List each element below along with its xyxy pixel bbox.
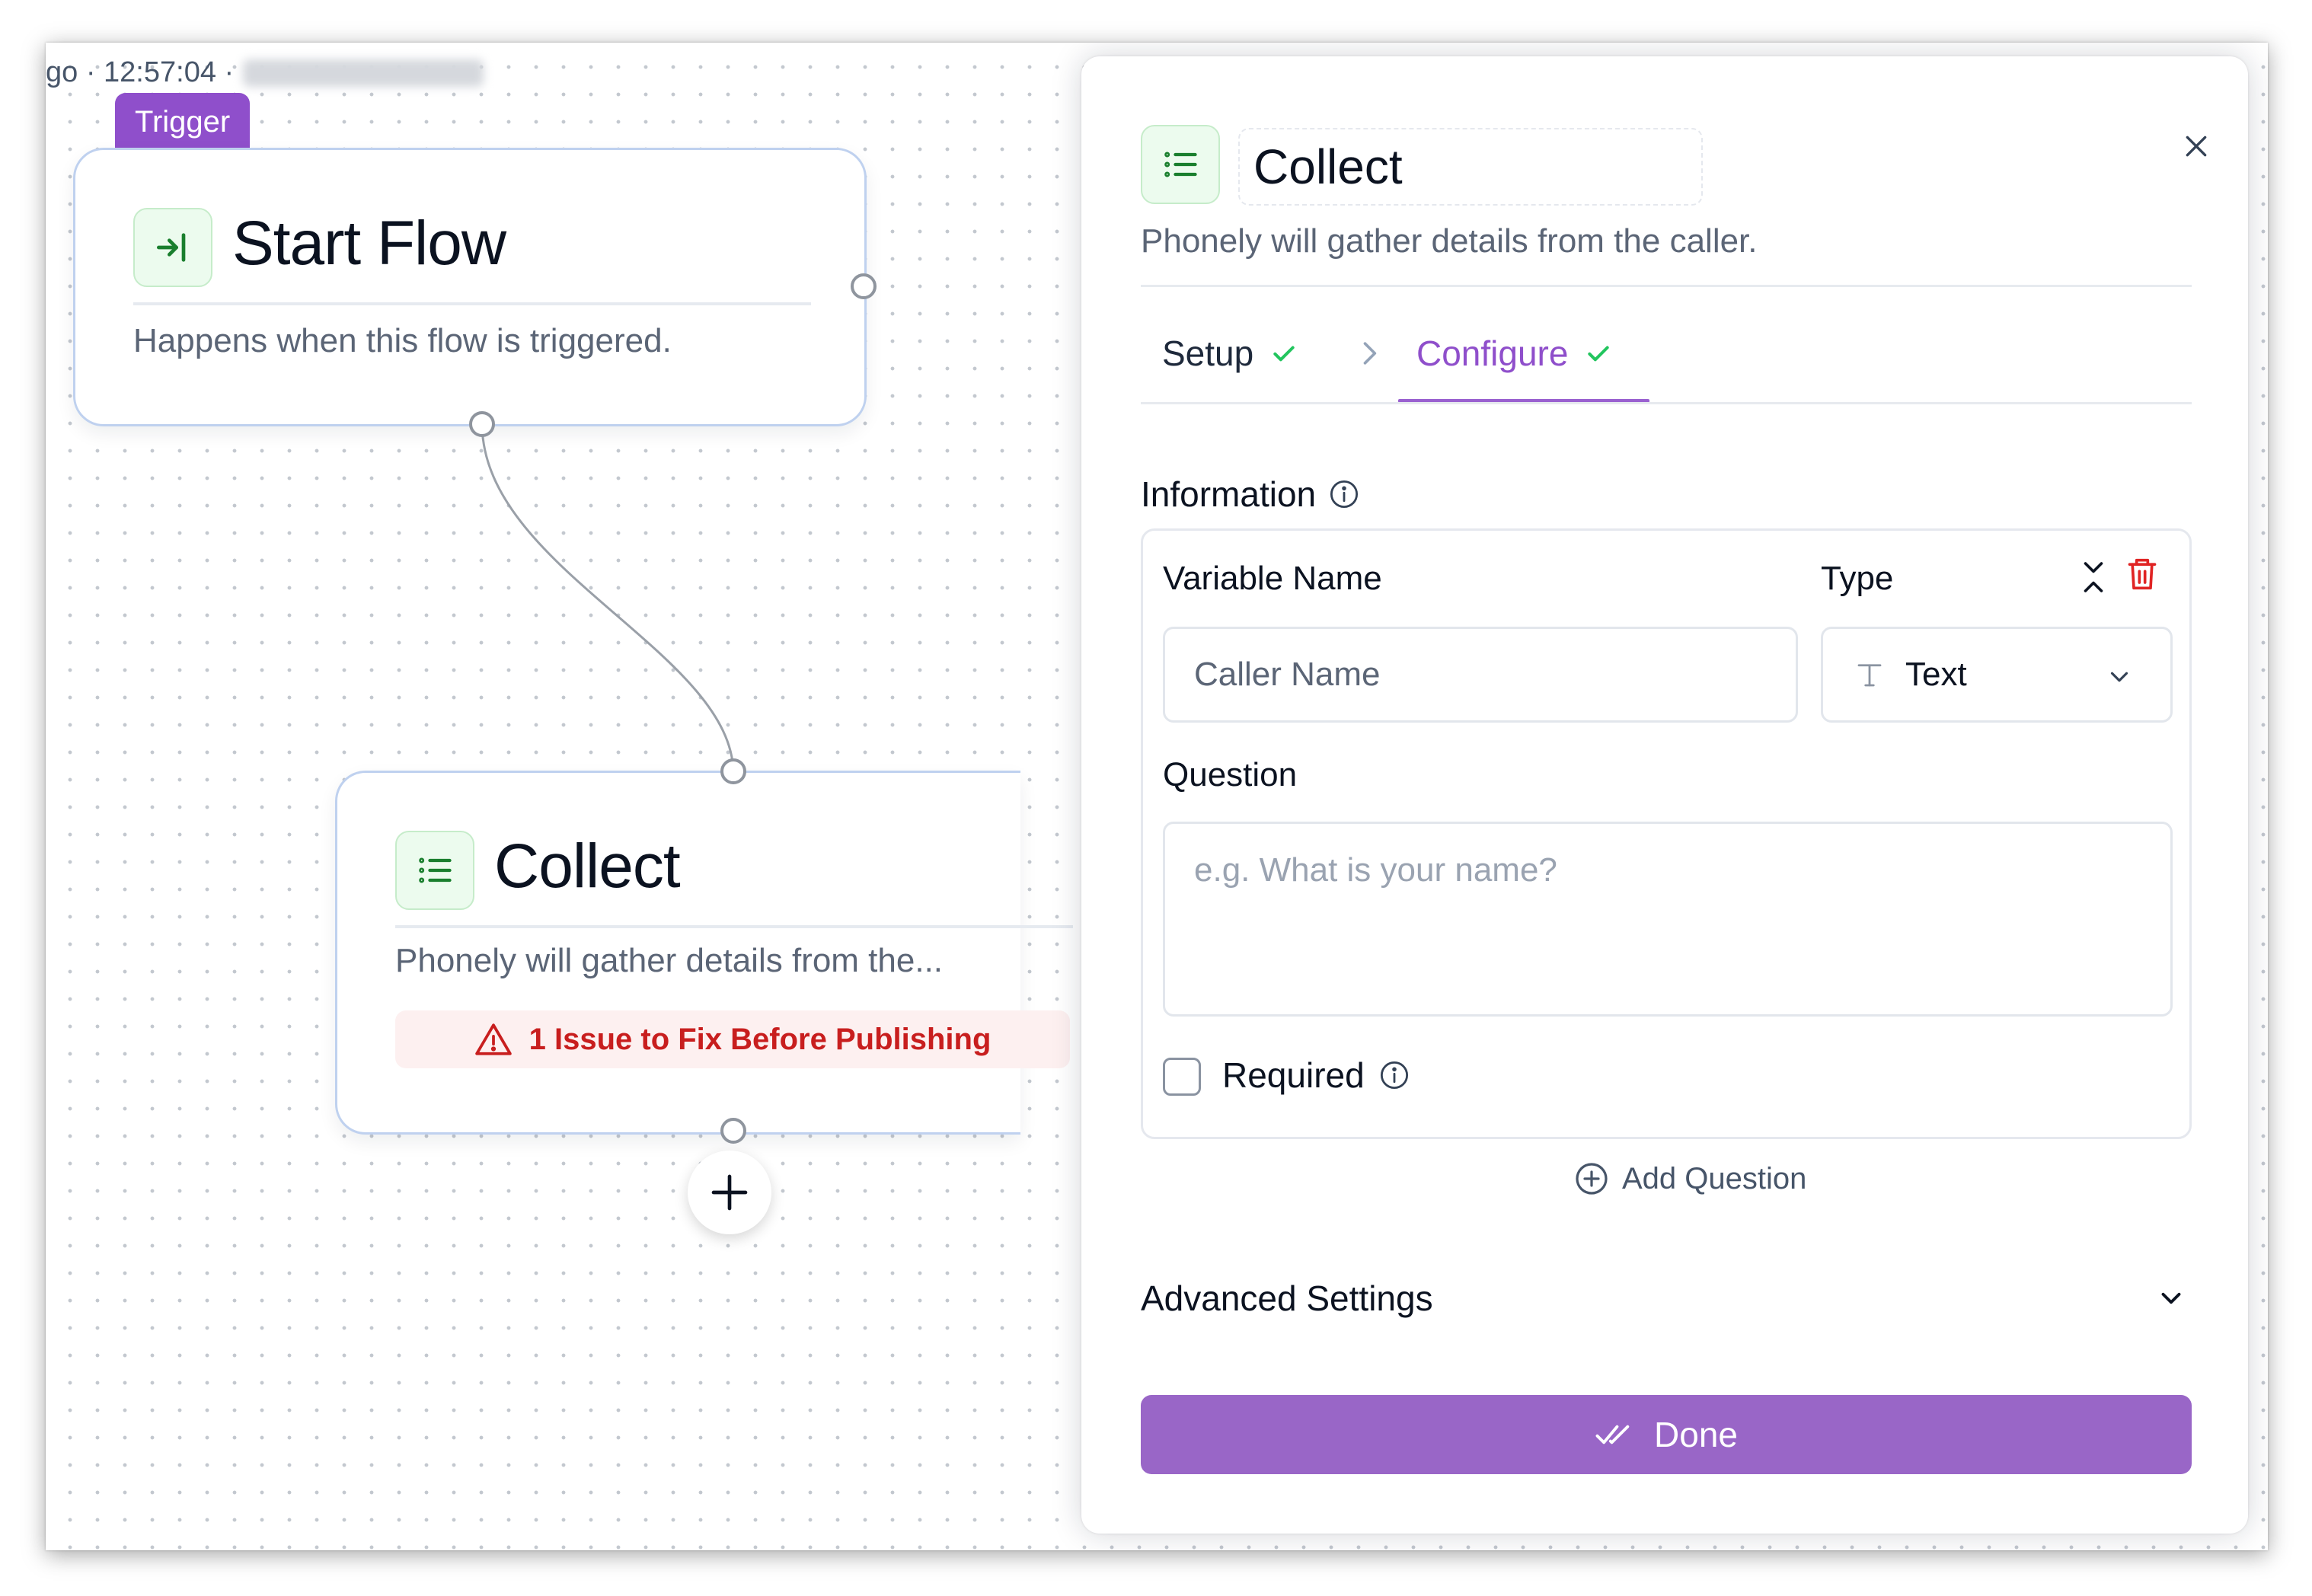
collect-node-bottom-handle[interactable] (720, 1118, 746, 1144)
question-card: Variable Name Type Caller Name Text Ques… (1141, 528, 2192, 1139)
chevron-right-icon (1363, 342, 1377, 365)
close-button[interactable] (2170, 120, 2222, 172)
text-type-icon (1857, 664, 1882, 687)
question-input[interactable]: e.g. What is your name? (1163, 822, 2173, 1017)
chevron-down-icon (2161, 1292, 2181, 1304)
node-title: Collect (494, 832, 681, 901)
plus-icon (711, 1174, 748, 1211)
check-icon (1588, 346, 1610, 362)
add-question-label: Add Question (1622, 1161, 1807, 1195)
enter-icon (133, 208, 212, 287)
close-icon (2186, 136, 2207, 157)
tab-label: Setup (1162, 334, 1254, 373)
info-icon[interactable] (1328, 478, 1360, 510)
question-placeholder: e.g. What is your name? (1194, 851, 1557, 889)
information-label: Information (1141, 474, 1317, 514)
add-node-button[interactable] (688, 1151, 771, 1234)
start-node-right-handle[interactable] (851, 273, 877, 299)
collect-node-top-handle[interactable] (720, 758, 746, 784)
node-description: Phonely will gather details from the... (395, 942, 944, 979)
version-meta: go · 12:57:04 · (46, 56, 484, 89)
tab-setup[interactable]: Setup (1162, 323, 1299, 384)
list-icon (1141, 125, 1220, 204)
variable-name-label: Variable Name (1163, 560, 1382, 597)
type-label: Type (1821, 560, 1894, 597)
question-label: Question (1163, 756, 1298, 793)
info-icon[interactable] (1378, 1059, 1410, 1091)
variable-name-value: Caller Name (1194, 656, 1381, 693)
divider (1141, 402, 2192, 404)
required-checkbox[interactable] (1163, 1058, 1201, 1096)
app-window: go · 12:57:04 · Trigger Start Flow Happe… (46, 43, 2268, 1550)
plus-circle-icon (1576, 1163, 1608, 1195)
node-settings-panel: Collect Phonely will gather details from… (1081, 56, 2248, 1534)
done-label: Done (1654, 1415, 1738, 1454)
type-select[interactable]: Text (1821, 627, 2173, 723)
add-question-button[interactable]: Add Question (1573, 1160, 1806, 1197)
redacted-text (243, 59, 484, 87)
panel-description: Phonely will gather details from the cal… (1141, 222, 1758, 260)
collect-node[interactable]: Collect Phonely will gather details from… (335, 771, 1073, 1135)
version-timestamp: go · 12:57:04 · (46, 56, 235, 88)
node-title: Start Flow (232, 209, 506, 278)
trigger-tag: Trigger (115, 93, 251, 151)
node-description: Happens when this flow is triggered. (133, 322, 672, 359)
information-heading: Information (1141, 474, 1360, 515)
issue-banner[interactable]: 1 Issue to Fix Before Publishing (395, 1010, 1070, 1068)
tab-configure[interactable]: Configure (1416, 323, 1614, 384)
tab-label: Configure (1416, 334, 1569, 373)
required-field: Required (1222, 1055, 1410, 1096)
divider (1141, 285, 2192, 287)
advanced-settings-toggle[interactable]: Advanced Settings (1141, 1278, 2192, 1319)
issue-text: 1 Issue to Fix Before Publishing (529, 1022, 992, 1056)
chevron-down-icon (2110, 672, 2128, 682)
done-button[interactable]: Done (1141, 1395, 2192, 1474)
variable-name-input[interactable]: Caller Name (1163, 627, 1798, 723)
advanced-settings-label: Advanced Settings (1141, 1278, 1433, 1318)
list-icon (395, 831, 474, 910)
node-divider (395, 925, 1073, 928)
collapse-icon[interactable] (2080, 558, 2107, 596)
type-value: Text (1905, 656, 1967, 693)
start-flow-node[interactable]: Start Flow Happens when this flow is tri… (73, 148, 867, 426)
node-divider (133, 302, 811, 305)
warning-icon (474, 1023, 512, 1055)
start-node-bottom-handle[interactable] (469, 411, 495, 437)
double-check-icon (1595, 1425, 1630, 1444)
required-label: Required (1222, 1055, 1365, 1095)
node-title-input[interactable]: Collect (1238, 128, 1703, 206)
trash-icon[interactable] (2125, 555, 2159, 593)
check-icon (1273, 346, 1295, 362)
